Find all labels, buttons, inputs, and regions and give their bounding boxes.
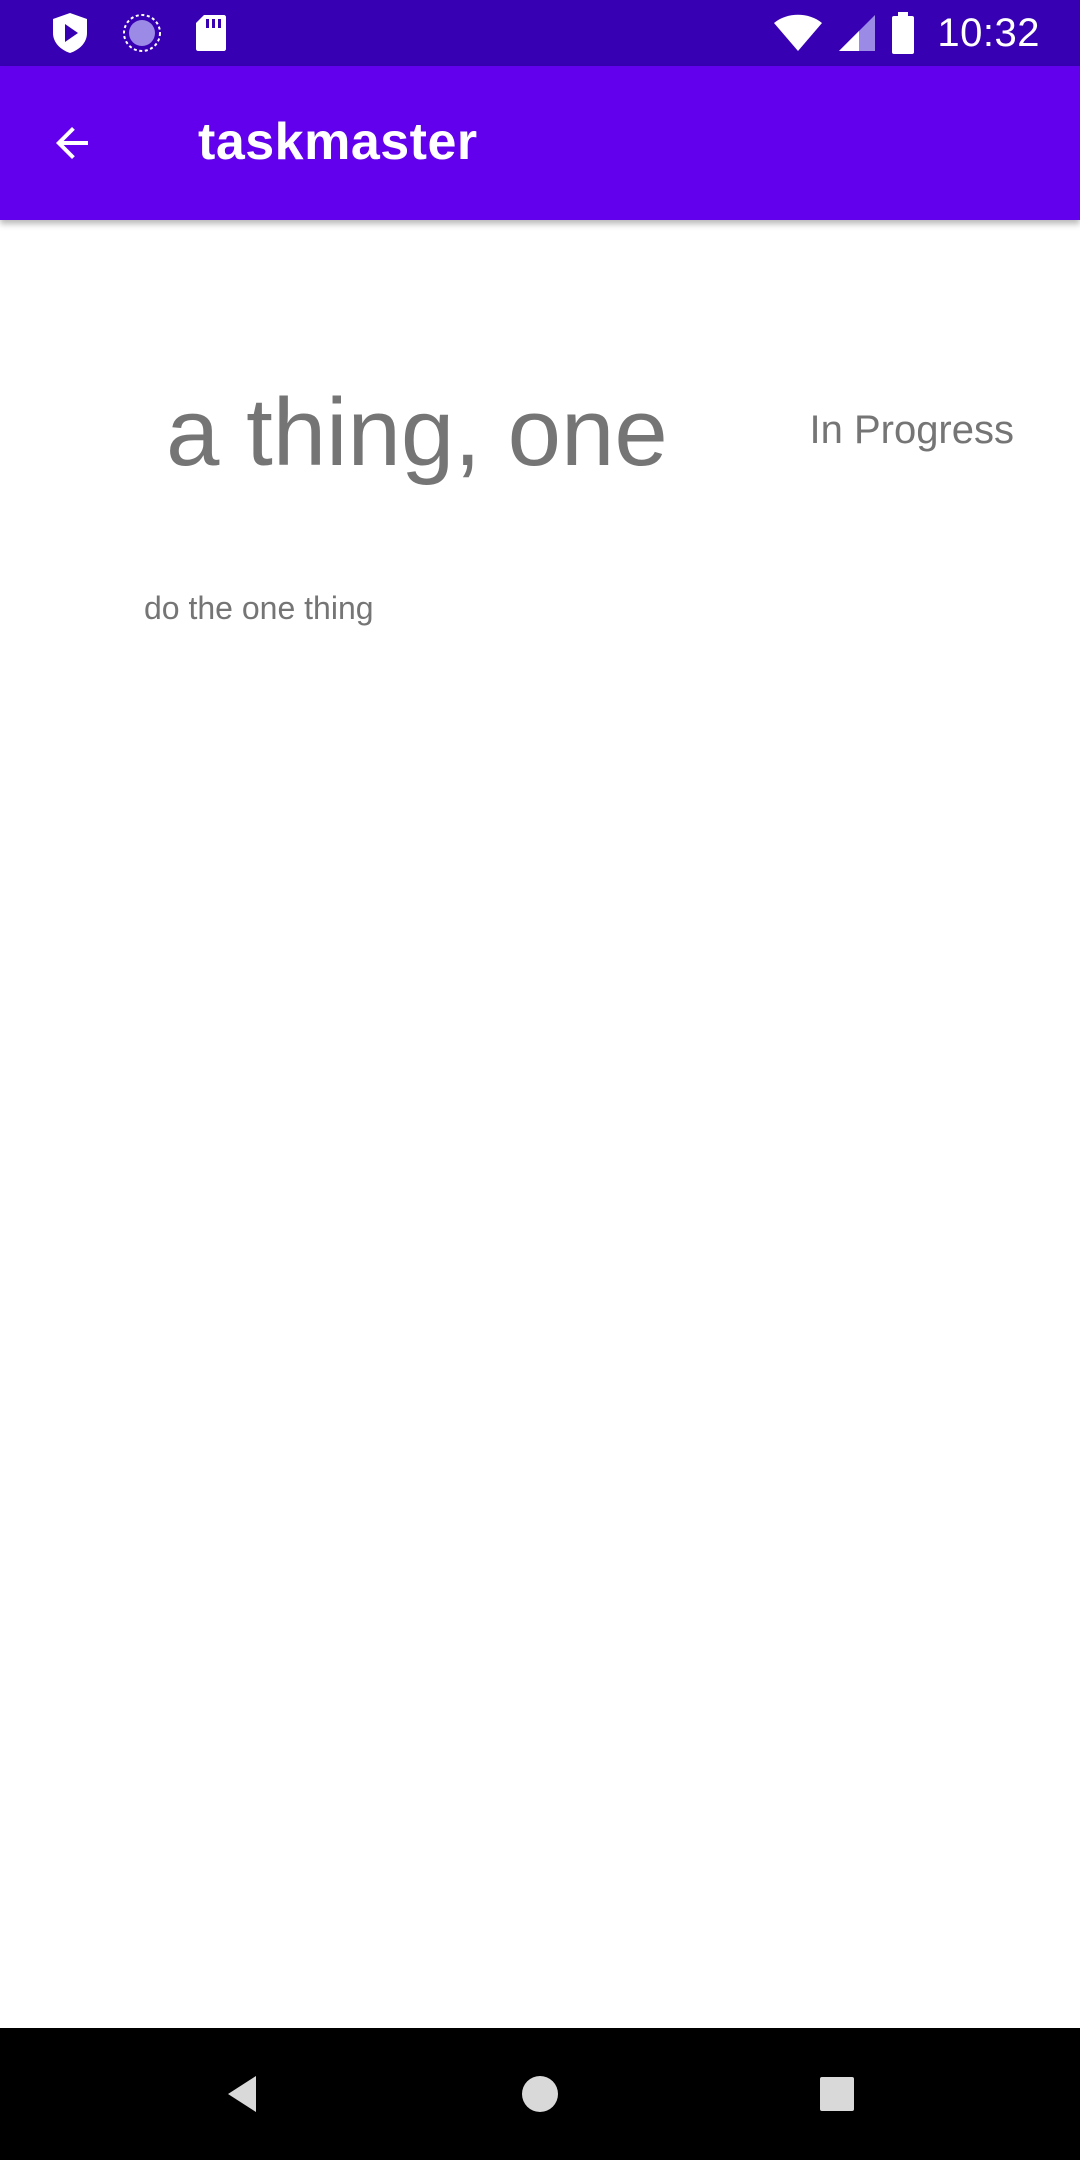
status-time: 10:32: [937, 10, 1040, 55]
home-circle-icon: [520, 2074, 560, 2114]
sd-card-icon: [194, 13, 228, 53]
status-bar: 10:32: [0, 0, 1080, 66]
nav-recents-button[interactable]: [801, 2058, 873, 2130]
navigation-bar: [0, 2028, 1080, 2160]
wifi-icon: [773, 13, 823, 53]
status-right-icons: 10:32: [773, 8, 1040, 58]
screen: 10:32 taskmaster a thing, one In Progres…: [0, 0, 1080, 2160]
loading-circle-icon: [122, 13, 162, 53]
nav-back-button[interactable]: [206, 2058, 278, 2130]
back-button[interactable]: [36, 107, 108, 179]
recents-square-icon: [818, 2075, 856, 2113]
app-bar: taskmaster: [0, 66, 1080, 220]
battery-icon: [891, 12, 915, 54]
task-description: do the one thing: [144, 590, 374, 626]
status-left-icons: [50, 10, 228, 56]
arrow-back-icon: [48, 119, 96, 167]
task-title: a thing, one: [166, 379, 668, 486]
cell-signal-icon: [837, 13, 877, 53]
back-triangle-icon: [222, 2072, 262, 2116]
shield-play-icon: [50, 11, 90, 55]
app-title: taskmaster: [198, 113, 478, 171]
task-status: In Progress: [809, 408, 1014, 452]
nav-home-button[interactable]: [504, 2058, 576, 2130]
